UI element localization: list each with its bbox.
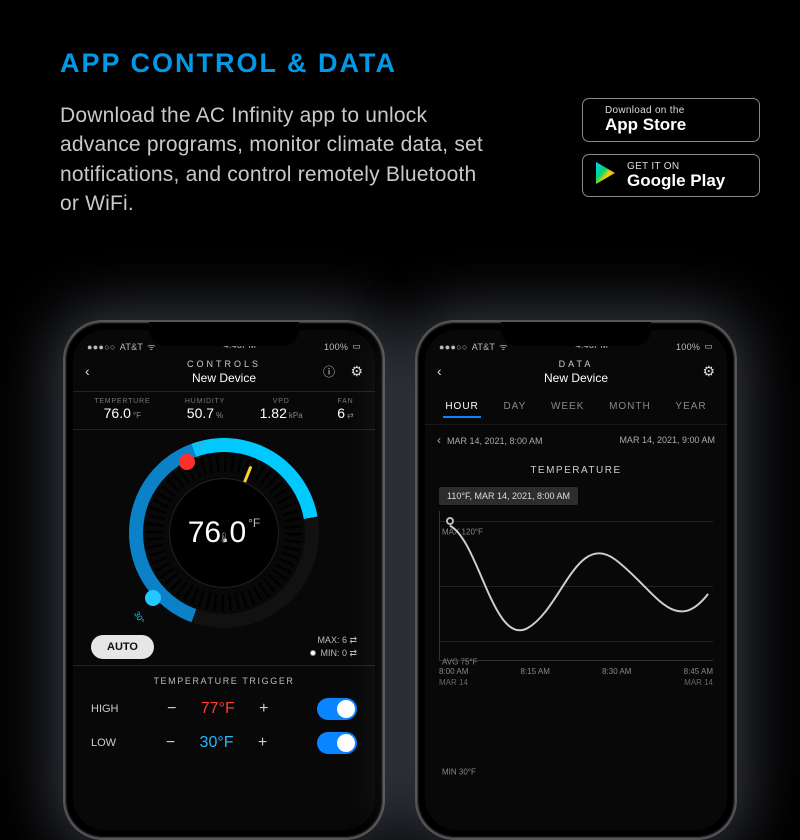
high-limit-knob[interactable] — [179, 454, 195, 470]
high-toggle[interactable] — [317, 698, 357, 720]
battery-icon: ▭ — [704, 341, 713, 352]
low-plus-button[interactable]: + — [255, 734, 271, 752]
back-button[interactable]: ‹ — [85, 363, 90, 379]
chart-marker[interactable] — [446, 517, 454, 525]
device-name: New Device — [425, 371, 727, 385]
google-play-badge[interactable]: GET IT ON Google Play — [582, 154, 760, 198]
metric-humidity: HUMIDITY 50.7% — [185, 398, 225, 423]
tab-day[interactable]: DAY — [501, 397, 528, 418]
screen-title: DATA — [425, 359, 727, 369]
tab-month[interactable]: MONTH — [607, 397, 653, 418]
chart-x-ticks: 8:00 AM 8:15 AM 8:30 AM 8:45 AM — [425, 665, 727, 676]
high-value: 77°F — [196, 700, 240, 718]
low-limit-knob[interactable] — [145, 590, 161, 606]
range-end-label: MAR 14, 2021, 9:00 AM — [619, 435, 715, 445]
thermometer-icon: 🌡 — [218, 533, 231, 544]
auto-mode-button[interactable]: AUTO — [91, 635, 154, 659]
phone-controls: ●●●○○AT&Tᯤ 4:48PM 100%▭ ‹ CONTROLS New D… — [63, 320, 385, 840]
tab-week[interactable]: WEEK — [549, 397, 586, 418]
back-button[interactable]: ‹ — [437, 363, 442, 379]
low-limit-label: 30° — [132, 610, 146, 625]
page-title: APP CONTROL & DATA — [60, 48, 552, 79]
low-minus-button[interactable]: − — [163, 734, 179, 752]
metric-temperature: TEMPERTURE 76.0°F — [94, 398, 150, 423]
high-plus-button[interactable]: + — [256, 700, 272, 718]
google-play-icon — [595, 161, 617, 190]
gear-icon[interactable]: ⚙ — [702, 363, 715, 380]
temperature-chart[interactable]: MAX 120°F AVG 75°F MIN 30°F — [439, 511, 713, 661]
temperature-dial[interactable]: 77° 30° 🌡 76.0°F — [129, 438, 319, 628]
low-value: 30°F — [195, 734, 239, 752]
high-minus-button[interactable]: − — [164, 700, 180, 718]
page-description: Download the AC Infinity app to unlock a… — [60, 101, 500, 219]
chart-tooltip: 110°F, MAR 14, 2021, 8:00 AM — [439, 487, 578, 505]
chart-x-sub: MAR 14 MAR 14 — [425, 676, 727, 687]
trigger-section-title: TEMPERATURE TRIGGER — [73, 665, 375, 692]
phone-data: ●●●○○AT&Tᯤ 4:48PM 100%▭ ‹ DATA New Devic… — [415, 320, 737, 840]
time-range-tabs: HOUR DAY WEEK MONTH YEAR — [425, 391, 727, 425]
tab-year[interactable]: YEAR — [673, 397, 708, 418]
trigger-high-row: HIGH − 77°F + — [73, 692, 375, 726]
low-toggle[interactable] — [317, 732, 357, 754]
info-icon[interactable]: ⓘ — [323, 363, 335, 380]
trigger-low-row: LOW − 30°F + — [73, 726, 375, 760]
app-store-bottom: App Store — [605, 116, 686, 135]
google-play-bottom: Google Play — [627, 172, 725, 191]
battery-icon: ▭ — [352, 341, 361, 352]
fan-limits: MAX: 6 ⇄ MIN: 0 ⇄ — [310, 634, 357, 659]
range-prev-button[interactable]: ‹MAR 14, 2021, 8:00 AM — [437, 433, 543, 447]
metric-fan: FAN 6⇄ — [337, 398, 354, 423]
gear-icon[interactable]: ⚙ — [350, 363, 363, 380]
tab-hour[interactable]: HOUR — [443, 397, 480, 418]
app-store-badge[interactable]: Download on the App Store — [582, 98, 760, 142]
chart-title: TEMPERATURE — [425, 455, 727, 486]
metric-vpd: VPD 1.82kPa — [260, 398, 303, 423]
